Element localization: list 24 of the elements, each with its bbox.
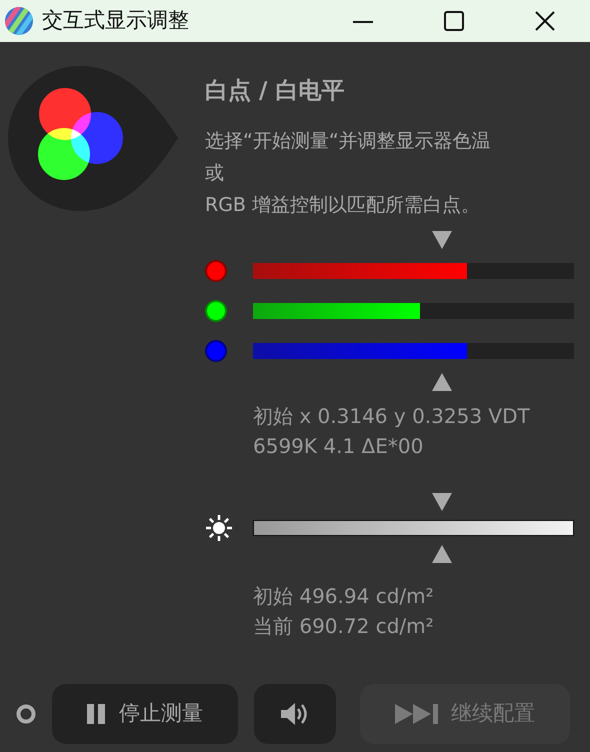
description-text: 选择“开始测量“并调整显示器色温 <box>205 128 492 154</box>
brightness-icon <box>205 514 233 542</box>
section-heading: 白点 / 白电平 <box>205 77 346 106</box>
sound-button[interactable] <box>254 684 336 744</box>
status-ring-icon <box>16 704 36 724</box>
reading-text: 初始 x 0.3146 y 0.3253 VDT <box>253 402 531 430</box>
stop-measurement-button[interactable]: 停止测量 <box>52 684 238 744</box>
skip-forward-icon <box>395 702 439 726</box>
up-triangle-icon <box>432 544 452 562</box>
minimize-icon <box>352 21 372 23</box>
reading-text: 6599K 4.1 ΔE*00 <box>253 432 424 460</box>
reading-text: 初始 496.94 cd/m² <box>253 582 435 610</box>
description-text: 或 <box>205 160 225 186</box>
rgb-circles-icon <box>8 66 180 211</box>
reading-text: 当前 690.72 cd/m² <box>253 612 435 640</box>
app-logo-icon <box>4 6 34 36</box>
down-triangle-icon <box>432 230 452 248</box>
pause-icon <box>87 704 107 724</box>
close-icon <box>534 10 556 32</box>
maximize-icon <box>442 10 464 32</box>
down-triangle-icon <box>432 492 452 510</box>
window-title: 交互式显示调整 <box>42 7 189 34</box>
description-text: RGB 增益控制以匹配所需白点。 <box>205 192 481 218</box>
up-triangle-icon <box>432 372 452 390</box>
